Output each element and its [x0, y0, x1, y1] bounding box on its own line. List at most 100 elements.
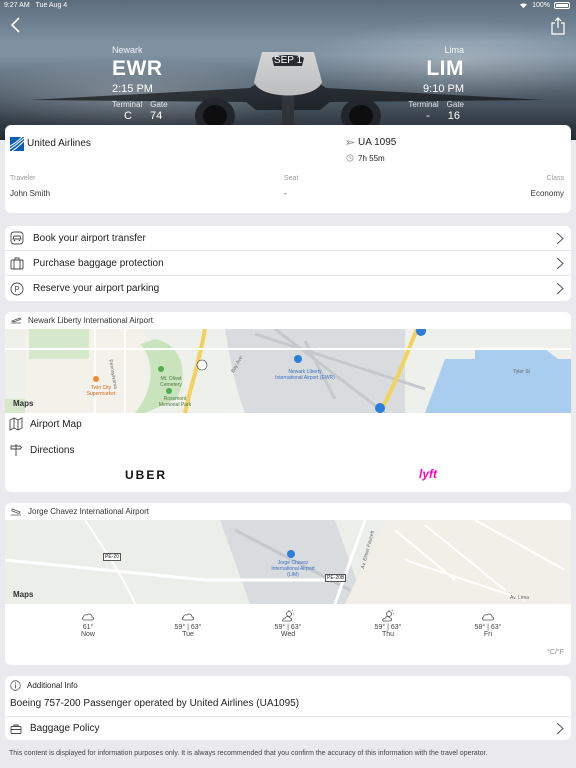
arrival-airport-header: Jorge Chavez International Airport [10, 507, 149, 516]
additional-info-title: Additional Info [27, 681, 78, 690]
map-label-airport: Newark Liberty International Airport (EW… [275, 369, 335, 381]
departure-airport-map[interactable]: Newark Liberty International Airport (EW… [5, 329, 571, 413]
weather-day-label: Thu [381, 631, 395, 638]
wifi-icon [520, 3, 528, 9]
weather-day: 59° | 63° Wed [258, 610, 318, 638]
temperature-units-toggle[interactable]: °C/°F [547, 649, 564, 656]
road-label: PE-20B [325, 574, 347, 582]
road-label: PE-20 [103, 553, 121, 561]
departure-airport-name: Newark Liberty International Airport [28, 316, 153, 325]
airline-card: United Airlines UA 1095 7h 55m Traveler … [5, 125, 571, 213]
traveler-value: John Smith [10, 189, 51, 198]
weather-forecast: 61° Now 59° | 63° Tue 59° | 63° Wed 59° … [5, 606, 571, 646]
aircraft-info: Boeing 757-200 Passenger operated by Uni… [10, 698, 300, 709]
sun-cloud-icon [382, 610, 394, 622]
directions-label: Directions [30, 444, 75, 456]
weather-day: 61° Now [58, 610, 118, 638]
arrival-airport-name: Jorge Chavez International Airport [28, 507, 149, 516]
weather-temp: 59° | 63° [174, 624, 202, 631]
class-value: Economy [530, 189, 564, 198]
united-logo-icon [10, 137, 24, 151]
arrival-airport-map[interactable]: Jorge Chavez International Airport (LIM)… [5, 520, 571, 604]
weather-day-label: Fri [483, 631, 493, 638]
class-label: Class [546, 175, 564, 182]
back-button[interactable] [10, 17, 30, 37]
terminal-label: Terminal [112, 100, 143, 109]
share-button[interactable] [550, 17, 566, 35]
parking-icon: P [10, 282, 24, 296]
airplane-icon [346, 140, 355, 145]
traveler-label: Traveler [10, 175, 36, 182]
airport-map-label: Airport Map [30, 418, 82, 430]
map-label-street: Tyler St [513, 369, 530, 375]
apple-maps-badge: Maps [13, 399, 33, 408]
additional-info-card: Additional Info Boeing 757-200 Passenger… [5, 676, 571, 740]
additional-info-header: Additional Info [10, 680, 78, 691]
service-label: Purchase baggage protection [33, 257, 164, 269]
takeoff-icon [11, 317, 22, 324]
departure-info: Newark EWR 2:15 PM Terminal Gate C 74 [112, 45, 168, 122]
service-parking[interactable]: P Reserve your airport parking [5, 276, 571, 301]
service-label: Book your airport transfer [33, 232, 146, 244]
weather-day: 59° | 63° Thu [358, 610, 418, 638]
status-bar: 9:27 AM Tue Aug 4 100% [0, 2, 576, 14]
luggage-icon [10, 256, 24, 270]
services-card: Book your airport transfer Purchase bagg… [5, 226, 571, 301]
uber-button[interactable]: UBER [125, 468, 167, 482]
arrival-city: Lima [444, 45, 464, 55]
terminal-gate-labels: Terminal Gate [112, 100, 168, 109]
map-label-cemetery: Mt. Olivet Cemetery [160, 376, 182, 388]
chevron-left-icon [10, 17, 20, 33]
departure-city: Newark [112, 45, 143, 55]
departure-time: 2:15 PM [112, 83, 153, 95]
service-transfer[interactable]: Book your airport transfer [5, 226, 571, 251]
lyft-button[interactable]: lyft [419, 467, 437, 481]
terminal-gate-values: C 74 [112, 110, 168, 122]
seat-label: Seat [284, 175, 299, 182]
chevron-right-icon [556, 282, 564, 295]
status-right: 100% [519, 2, 570, 9]
maps-badge-text: Maps [13, 590, 34, 599]
status-time: 9:27 AM Tue Aug 4 [4, 2, 67, 9]
terminal-gate-values: - 16 [408, 110, 464, 122]
flight-number: UA 1095 [358, 137, 397, 148]
departure-airport-header: Newark Liberty International Airport [10, 316, 153, 325]
arrival-time: 9:10 PM [423, 83, 464, 95]
directions-link[interactable]: Directions [5, 438, 571, 462]
arrival-info: Lima LIM 9:10 PM Terminal Gate - 16 [408, 45, 464, 122]
disclaimer-text: This content is displayed for informatio… [9, 750, 488, 757]
briefcase-icon [10, 724, 22, 734]
baggage-policy-label: Baggage Policy [30, 723, 100, 734]
weather-day-label: Now [80, 631, 95, 638]
svg-text:P: P [14, 285, 19, 294]
arrival-airport-card: Jorge Chavez International Airport Jorge… [5, 503, 571, 665]
clock-text: 9:27 AM [4, 2, 30, 9]
signpost-icon [10, 444, 23, 456]
flight-duration: 7h 55m [358, 154, 385, 163]
map-label-memorial-park: Rosemont Memorial Park [158, 396, 192, 408]
weather-day-label: Tue [182, 631, 194, 638]
cloud-icon [82, 613, 94, 621]
departure-airport-card: Newark Liberty International Airport New [5, 312, 571, 492]
map-icon [9, 417, 23, 431]
weather-day: 58° | 63° Fri [458, 610, 518, 638]
cloud-icon [182, 613, 194, 621]
street-label: Av. Lima [510, 595, 529, 601]
arrival-gate: 16 [447, 110, 460, 122]
chevron-right-icon [556, 722, 564, 735]
weather-day: 59° | 63° Tue [158, 610, 218, 638]
maps-badge-text: Maps [13, 399, 34, 408]
baggage-policy-link[interactable]: Baggage Policy [5, 717, 571, 740]
airport-map-link[interactable]: Airport Map [5, 412, 571, 436]
chevron-right-icon [556, 232, 564, 245]
service-baggage-protection[interactable]: Purchase baggage protection [5, 251, 571, 276]
terminal-label: Terminal [408, 100, 439, 109]
landing-icon [11, 508, 21, 516]
arrival-code: LIM [426, 57, 464, 80]
cloud-icon [482, 613, 494, 621]
airline-name: United Airlines [27, 138, 91, 149]
share-icon [551, 17, 565, 35]
car-icon [10, 231, 24, 245]
terminal-gate-labels: Terminal Gate [408, 100, 464, 109]
gate-label: Gate [446, 100, 464, 109]
